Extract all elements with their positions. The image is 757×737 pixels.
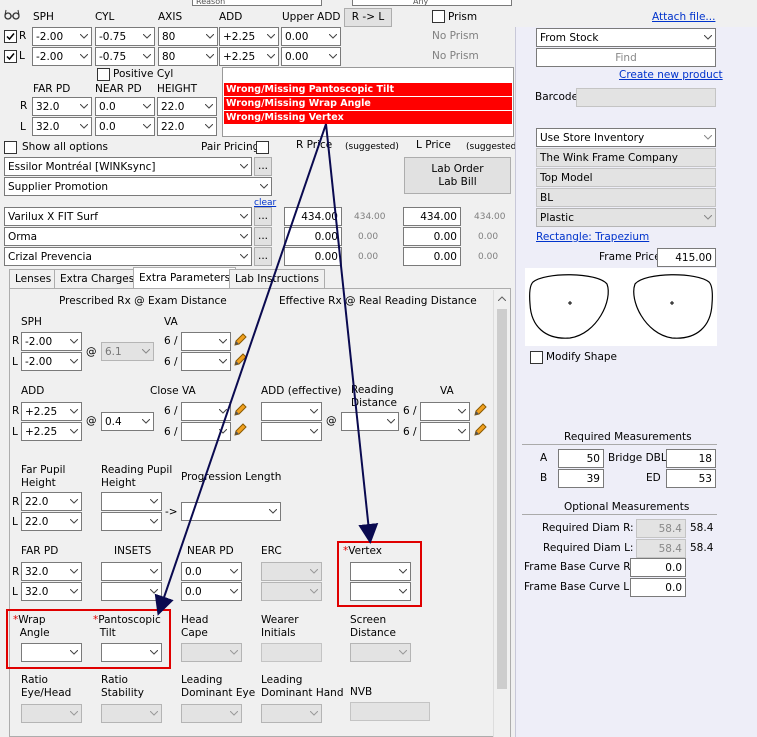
- annotation-arrows: [154, 123, 379, 616]
- arrow-to-vertex: [325, 123, 379, 544]
- arrow-to-pantoscopic: [154, 123, 327, 616]
